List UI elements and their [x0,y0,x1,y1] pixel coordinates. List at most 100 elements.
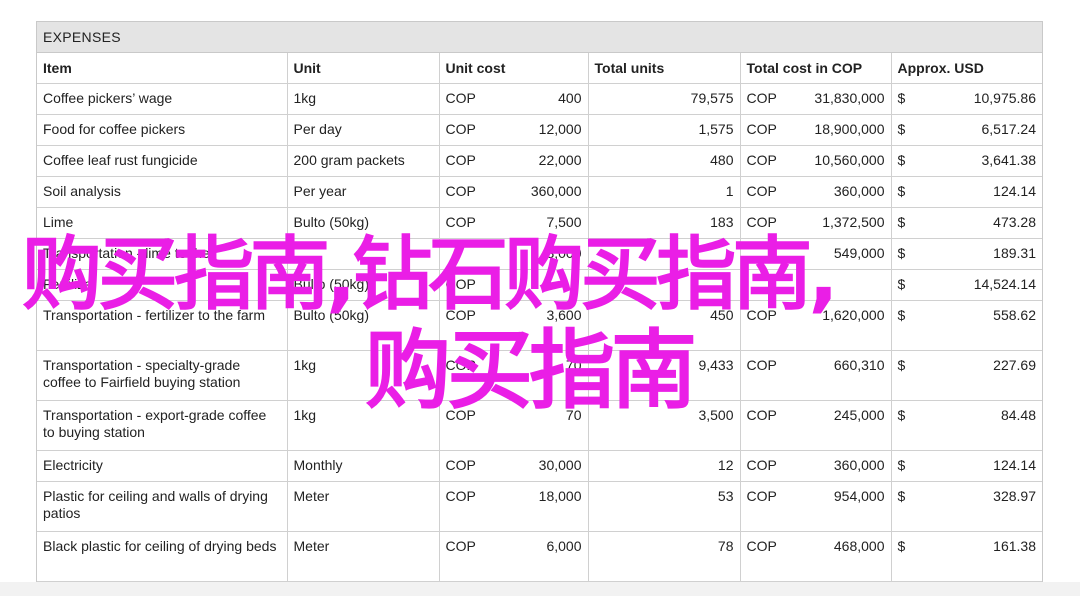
cell-unit-cost-currency: COP [445,121,476,137]
cell-item: Transportation - export-grade coffee to … [43,407,267,440]
cell-unit: Per year [293,183,347,199]
table-cell: COP 1,372,500 [740,207,892,239]
table-cell: Bulto (50kg) [287,300,440,351]
table-cell: COP 1,620,000 [740,300,892,351]
cell-unit-cost-currency: COP [445,457,476,473]
cell-total-cost: 31,830,000 [814,90,885,106]
cell-usd-currency: $ [897,457,906,473]
cell-usd-currency: $ [897,538,906,554]
cell-usd: 161.38 [993,538,1036,554]
table-cell: COP 6,000 [439,531,589,582]
table-cell: Meter [287,531,440,582]
cell-total-cost: 468,000 [833,538,885,554]
cell-usd: 10,975.86 [973,90,1036,106]
table-row: Black plastic for ceiling of drying beds… [37,531,1042,582]
table-cell: Lime [37,207,288,239]
table-cell: Transportation - fertilizer to the farm [37,300,288,351]
cell-unit: 1kg [293,407,317,423]
table-cell: Transportation - specialty-grade coffee … [37,350,288,401]
table-cell: COP 22,000 [439,145,589,177]
table-cell: Electricity [37,450,288,482]
cell-total-cost: 360,000 [833,457,885,473]
cell-usd-currency: $ [897,488,906,504]
table-cell: Per year [287,176,440,208]
cell-unit: Bulto (50kg) [293,307,369,323]
table-cell: COP 7,500 [439,207,589,239]
cell-usd: 328.97 [993,488,1036,504]
cell-unit-cost: 7,500 [546,214,582,230]
cell-unit-cost: 22,000 [538,152,582,168]
cell-total-units: 1 [725,183,734,199]
cell-total-cost-currency: COP [746,407,777,423]
column-header-unit-cost: Unit cost [439,53,589,84]
cell-unit-cost-currency: COP [445,407,476,423]
cell-total-cost: 1,372,500 [822,214,885,230]
table-cell: 549,000 [740,238,892,270]
table-cell: 53 [588,481,741,532]
cell-total-units: 480 [710,152,734,168]
table-cell: 12 [588,450,741,482]
column-header-usd: Approx. USD [891,53,1042,84]
table-cell: $473.28 [891,207,1042,239]
cell-item: Lime [43,214,74,230]
cell-total-units: 53 [717,488,734,504]
cell-total-cost: 360,000 [833,183,885,199]
table-cell: $6,517.24 [891,114,1042,146]
cell-total-units: 183 [710,214,734,230]
table-row: Electricity Monthly COP 30,000 12 COP 360,000 $… [37,450,1042,482]
column-header-unit: Unit [287,53,440,84]
cell-total-cost-currency: COP [746,488,777,504]
table-cell: 1kg [287,400,440,451]
table-cell: 1kg [287,350,440,401]
table-cell: Soil analysis [37,176,288,208]
table-cell: 78 [588,531,741,582]
cell-total-units: 9,433 [698,357,734,373]
cell-usd-currency: $ [897,183,906,199]
table-cell: Coffee leaf rust fungicide [37,145,288,177]
table-cell: COP 400 [439,83,589,115]
column-header-total-units: Total units [588,53,741,84]
table-row: Lime Bulto (50kg) COP 7,500 183 COP 1,372,500 $… [37,207,1042,239]
cell-total-cost: 245,000 [833,407,885,423]
cell-item: Transportation - lime to the [43,245,210,261]
table-cell: $124.14 [891,176,1042,208]
cell-total-units: 3,500 [698,407,734,423]
table-cell: Black plastic for ceiling of drying beds [37,531,288,582]
cell-total-cost: 954,000 [833,488,885,504]
cell-total-cost-currency: COP [746,357,777,373]
table-cell: COP 660,310 [740,350,892,401]
cell-unit-cost: 18,000 [538,488,582,504]
table-cell: $84.48 [891,400,1042,451]
table-row: Transportation - lime to the 3,000 549,000… [37,238,1042,270]
cell-unit-cost: 12,000 [538,121,582,137]
table-cell: Bulto (50kg) [287,207,440,239]
cell-total-cost-currency: COP [746,152,777,168]
cell-unit-cost-currency: COP [445,90,476,106]
table-cell: COP 360,000 [439,176,589,208]
table-cell: COP 18,000 [439,481,589,532]
table-cell: Per day [287,114,440,146]
cell-unit: Meter [293,488,330,504]
table-cell: Transportation - export-grade coffee to … [37,400,288,451]
cell-usd: 124.14 [993,457,1036,473]
cell-item: Food for coffee pickers [43,121,186,137]
cell-unit: 200 gram packets [293,152,405,168]
table-cell: COP 18,900,000 [740,114,892,146]
table-row: Fertilizer Bulto (50kg) COP $14,524.14 [37,269,1042,301]
table-row: Coffee leaf rust fungicide 200 gram packe… [37,145,1042,177]
cell-item: Transportation - specialty-grade coffee … [43,357,241,390]
cell-item: Fertilizer [43,276,97,292]
cell-total-cost-currency: COP [746,121,777,137]
table-row: Food for coffee pickers Per day COP 12,000 1… [37,114,1042,146]
table-cell: 79,575 [588,83,741,115]
cell-unit-cost-currency: COP [445,357,476,373]
expenses-sheet: EXPENSES Item Unit Unit cost Total units… [36,21,1043,583]
column-header-total-cost: Total cost in COP [740,53,892,84]
cell-unit-cost: 70 [565,407,582,423]
cell-unit-cost: 3,600 [546,307,582,323]
cell-total-cost-currency: COP [746,214,777,230]
table-cell: $161.38 [891,531,1042,582]
cell-total-cost-currency: COP [746,538,777,554]
cell-usd-currency: $ [897,245,906,261]
table-cell: Bulto (50kg) [287,269,440,301]
